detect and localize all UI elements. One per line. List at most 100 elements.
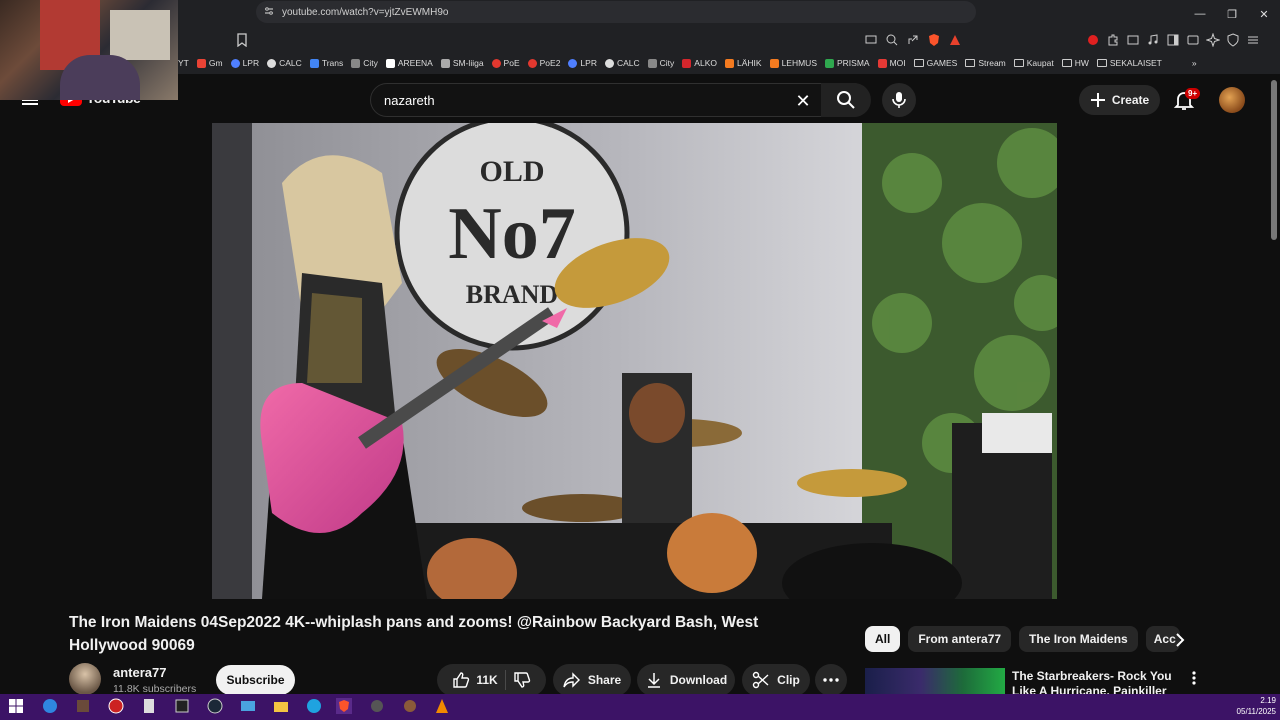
sidebar-icon[interactable]: [1166, 33, 1180, 47]
bookmark-prisma[interactable]: PRISMA: [825, 58, 870, 68]
restore-icon[interactable]: ❐: [1216, 0, 1248, 28]
brave-shield-icon[interactable]: [927, 33, 941, 47]
recommendation-thumbnail[interactable]: [865, 668, 1005, 694]
clip-button[interactable]: Clip: [742, 664, 810, 696]
close-icon[interactable]: ✕: [1248, 0, 1280, 28]
search-button[interactable]: [821, 83, 871, 117]
like-button[interactable]: 11K: [452, 671, 498, 689]
account-avatar[interactable]: [1219, 87, 1245, 113]
puzzle-icon[interactable]: [1106, 33, 1120, 47]
vlc-icon[interactable]: [434, 698, 450, 714]
bookmark-moi[interactable]: MOI: [877, 58, 906, 68]
bookmark-city-2[interactable]: City: [647, 58, 674, 68]
folder-icon: [913, 59, 924, 67]
taskbar-app-icon[interactable]: [42, 698, 58, 714]
download-icon: [647, 673, 660, 688]
windows-start-icon[interactable]: [8, 698, 24, 714]
more-vertical-icon[interactable]: [1189, 670, 1199, 686]
bookmark-city[interactable]: City: [351, 58, 378, 68]
brave-rewards-icon[interactable]: [948, 33, 962, 47]
bookmark-folder-sekalaiset[interactable]: SEKALAISET: [1096, 58, 1162, 68]
chip-all[interactable]: All: [865, 626, 901, 652]
bookmark-folder-hw[interactable]: HW: [1061, 58, 1089, 68]
subscribe-button[interactable]: Subscribe: [216, 665, 295, 695]
taskbar-launcher-icon[interactable]: [174, 698, 190, 714]
bookmark-calc-2[interactable]: CALC: [604, 58, 640, 68]
bookmark-lehmus[interactable]: LEHMUS: [769, 58, 817, 68]
webcam-overlay: [0, 0, 178, 100]
leo-icon[interactable]: [1205, 32, 1221, 48]
recommendation-title[interactable]: The Starbreakers- Rock You Like A Hurric…: [1012, 669, 1177, 695]
media-icon[interactable]: [1146, 33, 1160, 47]
video-frame: OLD No7 BRAND: [212, 123, 1057, 599]
channel-name[interactable]: antera77: [113, 665, 166, 680]
notification-count-badge: 9+: [1185, 88, 1201, 99]
bookmark-alko[interactable]: ALKO: [682, 58, 717, 68]
channel-avatar[interactable]: [69, 663, 101, 695]
bookmark-poe[interactable]: PoE: [491, 58, 520, 68]
address-field[interactable]: youtube.com/watch?v=yjtZvEWMH9o: [256, 1, 976, 23]
taskbar-game-icon[interactable]: [75, 698, 91, 714]
thumbs-up-icon: [453, 672, 470, 688]
voice-search-button[interactable]: [882, 83, 916, 117]
extension-icons: [1086, 32, 1260, 48]
download-button[interactable]: Download: [637, 664, 735, 696]
edge-icon[interactable]: [306, 698, 322, 714]
drumhead-text-brand: BRAND: [466, 280, 558, 309]
chevron-right-icon[interactable]: [1170, 630, 1190, 650]
site-info-icon[interactable]: [264, 6, 274, 16]
search-icon: [837, 91, 855, 109]
folder-icon: [1013, 59, 1024, 67]
minimize-icon[interactable]: —: [1184, 0, 1216, 28]
bookmark-folder-kaupat[interactable]: Kaupat: [1013, 58, 1054, 68]
menu-icon[interactable]: [1246, 33, 1260, 47]
video-player[interactable]: OLD No7 BRAND: [212, 123, 1057, 599]
bookmarks-bar: YT Gm LPR CALC Trans City AREENA SM-liig…: [170, 52, 1280, 74]
steam-icon[interactable]: [207, 698, 223, 714]
bookmark-areena[interactable]: AREENA: [385, 58, 433, 68]
brave-browser-icon[interactable]: [336, 698, 352, 714]
wallet-icon[interactable]: [1186, 33, 1200, 47]
taskbar-steam-chat-icon[interactable]: [108, 698, 124, 714]
clock-date: 05/11/2025: [1236, 707, 1276, 716]
record-icon[interactable]: [1086, 33, 1100, 47]
share-page-icon[interactable]: [906, 33, 920, 47]
page-scrollbar[interactable]: [1271, 80, 1277, 240]
zoom-icon[interactable]: [885, 33, 899, 47]
bookmark-yt[interactable]: YT: [178, 58, 189, 68]
vpn-shield-icon[interactable]: [1226, 33, 1240, 47]
clock-time: 2.19: [1260, 696, 1276, 705]
bookmark-calc[interactable]: CALC: [267, 58, 302, 68]
bookmark-gm[interactable]: Gm: [196, 58, 223, 68]
bookmark-poe2[interactable]: PoE2: [527, 58, 560, 68]
bookmark-lpr[interactable]: LPR: [230, 58, 259, 68]
share-arrow-icon: [563, 672, 580, 688]
create-button[interactable]: Create: [1079, 85, 1160, 115]
bookmark-folder-stream[interactable]: Stream: [965, 58, 1006, 68]
chip-the-iron-maidens[interactable]: The Iron Maidens: [1019, 626, 1138, 652]
system-clock[interactable]: 2.19 05/11/2025: [1237, 695, 1276, 717]
thumbs-down-icon[interactable]: [513, 671, 531, 689]
bookmark-lahik[interactable]: LÄHIK: [724, 58, 762, 68]
file-explorer-icon[interactable]: [273, 698, 289, 714]
taskbar-file-icon[interactable]: [141, 698, 157, 714]
bookmark-lpr-2[interactable]: LPR: [568, 58, 597, 68]
bookmark-folder-games[interactable]: GAMES: [913, 58, 957, 68]
taskbar-game-2-icon[interactable]: [369, 698, 385, 714]
url-text: youtube.com/watch?v=yjtZvEWMH9o: [282, 6, 449, 18]
bookmark-trans[interactable]: Trans: [309, 58, 343, 68]
bookmark-smliiga[interactable]: SM-liiga: [440, 58, 484, 68]
bookmarks-overflow[interactable]: »: [1192, 58, 1197, 68]
more-actions-button[interactable]: [815, 664, 847, 696]
share-button[interactable]: Share: [553, 664, 631, 696]
search-input[interactable]: [384, 92, 784, 108]
screenshot-icon[interactable]: [1126, 33, 1140, 47]
clear-search-icon[interactable]: ✕: [795, 92, 811, 110]
taskbar-window-icon[interactable]: [240, 698, 256, 714]
windows-taskbar: [0, 694, 1280, 720]
bookmark-icon[interactable]: [236, 33, 248, 47]
taskbar-game-3-icon[interactable]: [402, 698, 418, 714]
chip-from-channel[interactable]: From antera77: [908, 626, 1012, 652]
like-dislike-group: 11K: [437, 664, 546, 696]
cast-icon[interactable]: [864, 33, 878, 47]
